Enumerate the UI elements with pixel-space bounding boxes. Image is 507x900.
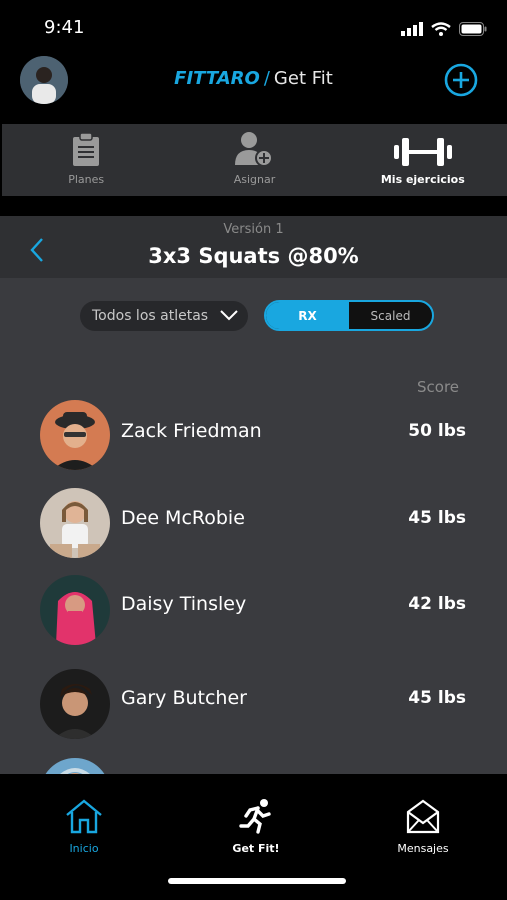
home-icon (66, 799, 102, 834)
chevron-down-icon (220, 310, 238, 321)
envelope-icon (406, 799, 440, 834)
scaled-option[interactable]: Scaled (349, 302, 432, 329)
status-icons (401, 22, 487, 36)
version-label: Versión 1 (223, 222, 284, 237)
athlete-avatar-partial (40, 758, 110, 774)
athlete-name[interactable]: Daisy Tinsley (121, 593, 246, 615)
athlete-score: 42 lbs (408, 594, 466, 614)
athlete-score: 45 lbs (408, 688, 466, 708)
athlete-score: 50 lbs (408, 421, 466, 441)
app-brand: FITTARO / Get Fit (0, 68, 507, 89)
exercise-title: 3x3 Squats @80% (148, 244, 359, 268)
athlete-name[interactable]: Zack Friedman (121, 420, 262, 442)
runner-icon (239, 799, 271, 834)
wifi-icon (431, 22, 451, 36)
tab-label: Planes (68, 173, 105, 186)
athletes-filter-label: Todos los atletas (92, 308, 209, 324)
athlete-score: 45 lbs (408, 508, 466, 528)
home-indicator[interactable] (168, 878, 346, 884)
athletes-filter-dropdown[interactable]: Todos los atletas (80, 301, 248, 331)
rx-option[interactable]: RX (266, 302, 349, 329)
dumbbell-icon (393, 138, 452, 166)
athlete-avatar (40, 575, 110, 645)
tab-asignar[interactable]: Asignar (170, 124, 338, 196)
section-name: Get Fit (273, 68, 333, 89)
nav-label: Mensajes (397, 842, 449, 855)
add-circle-icon[interactable] (444, 63, 478, 97)
nav-mensajes[interactable]: Mensajes (373, 798, 473, 855)
tab-label: Asignar (233, 173, 276, 186)
athlete-name[interactable]: Gary Butcher (121, 687, 247, 709)
athlete-avatar (40, 488, 110, 558)
nav-label: Inicio (69, 842, 99, 855)
brand-separator: / (263, 68, 270, 89)
status-time: 9:41 (44, 17, 85, 38)
signal-icon (401, 22, 423, 36)
tab-label: Mis ejercicios (380, 173, 465, 186)
rx-scaled-toggle: RX Scaled (264, 300, 434, 331)
brand-name: FITTARO (174, 68, 260, 89)
nav-get-fit[interactable]: Get Fit! (206, 798, 306, 855)
add-person-icon (235, 132, 274, 167)
top-tabs: Planes Asignar Mis ejercicios (2, 124, 507, 196)
athlete-name[interactable]: Dee McRobie (121, 507, 245, 529)
nav-label: Get Fit! (232, 842, 280, 855)
athlete-avatar (40, 400, 110, 470)
clipboard-icon (73, 133, 100, 166)
athlete-avatar (40, 669, 110, 739)
tab-planes[interactable]: Planes (2, 124, 170, 196)
nav-inicio[interactable]: Inicio (34, 798, 134, 855)
battery-icon (459, 22, 487, 36)
tab-mis-ejercicios[interactable]: Mis ejercicios (339, 124, 507, 196)
score-column-header: Score (417, 378, 460, 396)
